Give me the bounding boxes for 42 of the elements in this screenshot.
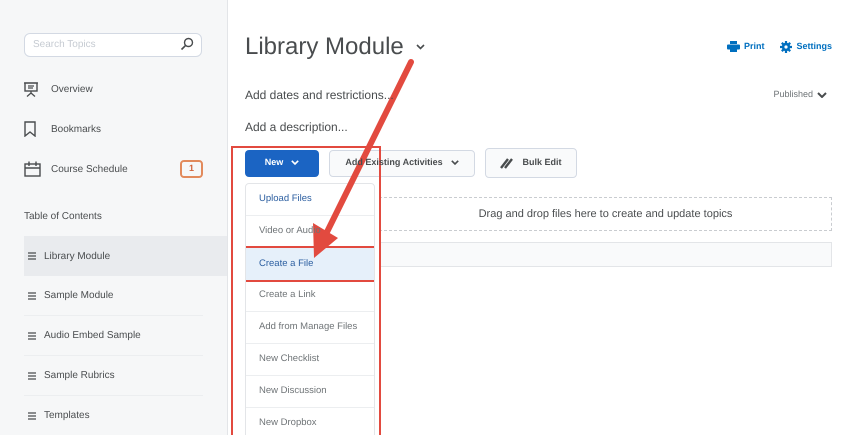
new-button[interactable]: New	[245, 150, 319, 176]
list-icon	[28, 412, 36, 420]
search-field[interactable]: Search Topics	[24, 32, 202, 56]
status-dropdown[interactable]: Published	[773, 88, 827, 102]
description-link[interactable]: Add a description...	[245, 118, 348, 136]
list-icon	[28, 252, 36, 260]
chevron-down-icon	[291, 160, 300, 166]
chevron-down-icon[interactable]	[416, 44, 425, 50]
bookmark-icon	[24, 121, 36, 137]
nav-link[interactable]: Bookmarks	[51, 122, 102, 136]
nav-link[interactable]: Overview	[51, 82, 93, 96]
module-item[interactable]: Sample Rubrics	[24, 356, 203, 396]
chevron-down-icon	[817, 92, 827, 98]
section-heading: Table of Contents	[24, 210, 103, 224]
list-icon	[28, 292, 36, 300]
print-button[interactable]: Print	[726, 40, 764, 54]
settings-button[interactable]: Settings	[780, 40, 832, 54]
menu-item[interactable]: Create a File	[246, 248, 374, 280]
module-item[interactable]: Audio Embed Sample	[24, 316, 203, 356]
count-badge: 1	[180, 160, 203, 178]
list-icon	[28, 332, 36, 340]
search-icon[interactable]	[180, 37, 194, 51]
printer-icon	[726, 41, 740, 52]
drop-zone[interactable]: Drag and drop files here to create and update topics	[379, 197, 832, 231]
list-icon	[28, 372, 36, 380]
menu-item[interactable]: Create a Link	[246, 280, 374, 312]
page-title: Library Module	[245, 32, 404, 62]
nav-link[interactable]: Course Schedule	[51, 162, 128, 176]
menu-item[interactable]: New Checklist	[246, 344, 374, 376]
module-item[interactable]: Sample Module	[24, 276, 203, 316]
bulk-edit-button[interactable]: Bulk Edit	[485, 148, 577, 178]
menu-item[interactable]: New Discussion	[246, 376, 374, 408]
module-item[interactable]: Library Module	[24, 236, 227, 276]
gear-icon	[780, 40, 792, 52]
menu-item[interactable]: Add from Manage Files	[246, 312, 374, 344]
chevron-down-icon	[450, 160, 459, 166]
module-item[interactable]: Templates	[24, 396, 203, 435]
presentation-icon	[24, 82, 38, 96]
calendar-icon	[24, 161, 41, 177]
pencils-icon	[500, 157, 514, 169]
menu-item[interactable]: New Dropbox	[246, 408, 374, 435]
menu-item[interactable]: Upload Files	[246, 184, 374, 216]
